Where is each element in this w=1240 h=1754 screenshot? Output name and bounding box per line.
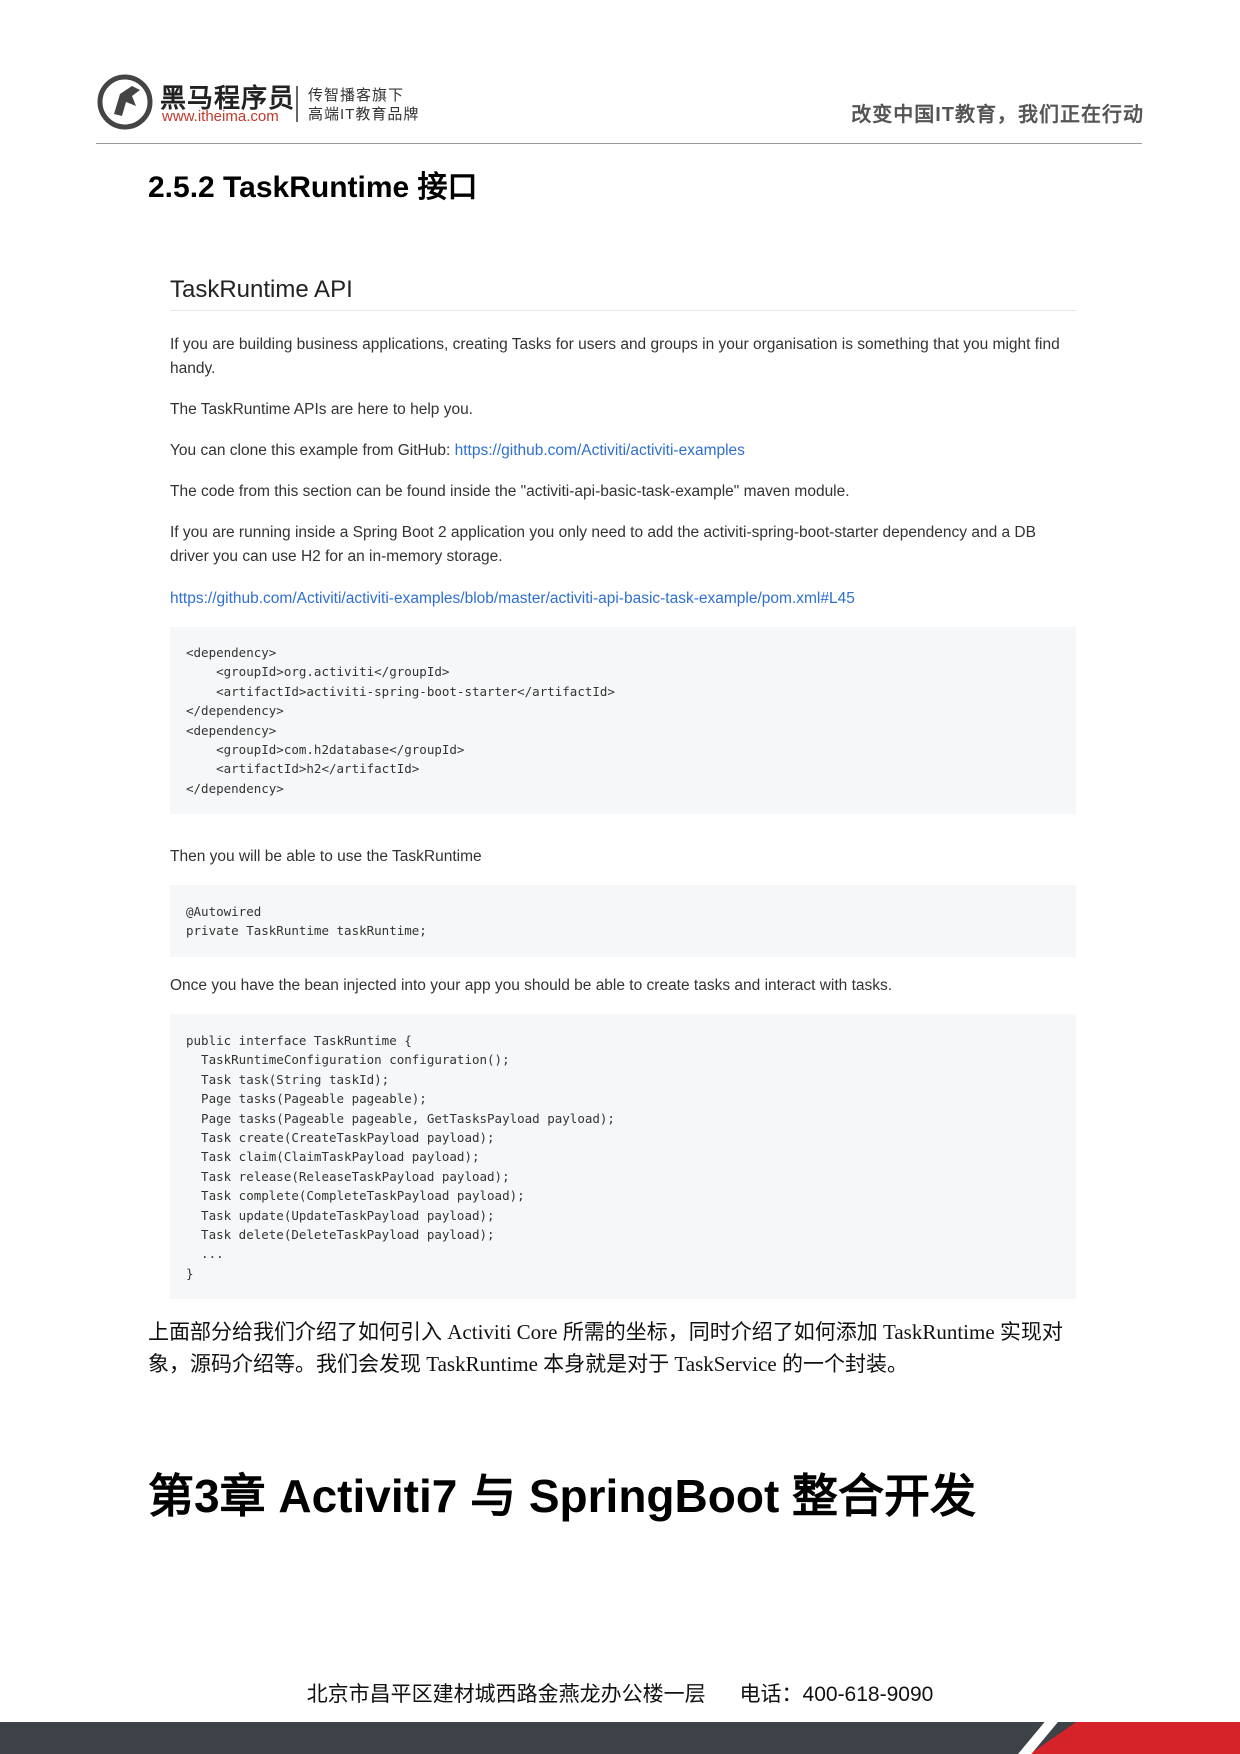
page-footer: 北京市昌平区建材城西路金燕龙办公楼一层 电话：400-618-9090 bbox=[0, 1678, 1240, 1708]
code-block-dependencies: <dependency> <groupId>org.activiti</grou… bbox=[170, 627, 1076, 814]
horse-logo-icon bbox=[97, 74, 153, 130]
section-heading: 2.5.2 TaskRuntime 接口 bbox=[148, 171, 478, 204]
logo-divider bbox=[296, 86, 298, 122]
doc-paragraph-7: Then you will be able to use the TaskRun… bbox=[170, 848, 482, 865]
github-examples-link[interactable]: https://github.com/Activiti/activiti-exa… bbox=[455, 442, 745, 459]
doc-paragraph-4: The code from this section can be found … bbox=[170, 483, 850, 500]
chapter-title: 第3章 Activiti7 与 SpringBoot 整合开发 bbox=[148, 1470, 977, 1522]
page-header: 黑马程序员 www.itheima.com 传智播客旗下 高端IT教育品牌 改变… bbox=[0, 0, 1240, 146]
doc-paragraph-6: https://github.com/Activiti/activiti-exa… bbox=[170, 587, 1076, 611]
pom-xml-link[interactable]: https://github.com/Activiti/activiti-exa… bbox=[170, 590, 855, 607]
doc-paragraph-8: Once you have the bean injected into you… bbox=[170, 977, 893, 994]
api-doc-excerpt: TaskRuntime API bbox=[170, 276, 1076, 311]
code-block-interface: public interface TaskRuntime { TaskRunti… bbox=[170, 1014, 1076, 1299]
doc-paragraph-5: If you are running inside a Spring Boot … bbox=[170, 524, 1036, 565]
doc-paragraph-2: The TaskRuntime APIs are here to help yo… bbox=[170, 401, 473, 418]
header-divider bbox=[96, 143, 1142, 144]
brand-tagline-2: 高端IT教育品牌 bbox=[308, 106, 420, 123]
doc-paragraph-1: If you are building business application… bbox=[170, 336, 1060, 377]
doc-paragraph-3-text: You can clone this example from GitHub: bbox=[170, 442, 455, 459]
footer-phone: 电话：400-618-9090 bbox=[739, 1683, 934, 1706]
doc-title: TaskRuntime API bbox=[170, 276, 1076, 311]
header-slogan: 改变中国IT教育，我们正在行动 bbox=[851, 104, 1144, 126]
footer-address: 北京市昌平区建材城西路金燕龙办公楼一层 bbox=[306, 1683, 706, 1706]
brand-url[interactable]: www.itheima.com bbox=[162, 108, 279, 125]
brand-tagline-1: 传智播客旗下 bbox=[308, 87, 405, 104]
summary-paragraph: 上面部分给我们介绍了如何引入 Activiti Core 所需的坐标，同时介绍了… bbox=[148, 1320, 1063, 1376]
code-block-autowired: @Autowired private TaskRuntime taskRunti… bbox=[170, 885, 1076, 957]
doc-paragraph-3: You can clone this example from GitHub: … bbox=[170, 439, 1076, 463]
